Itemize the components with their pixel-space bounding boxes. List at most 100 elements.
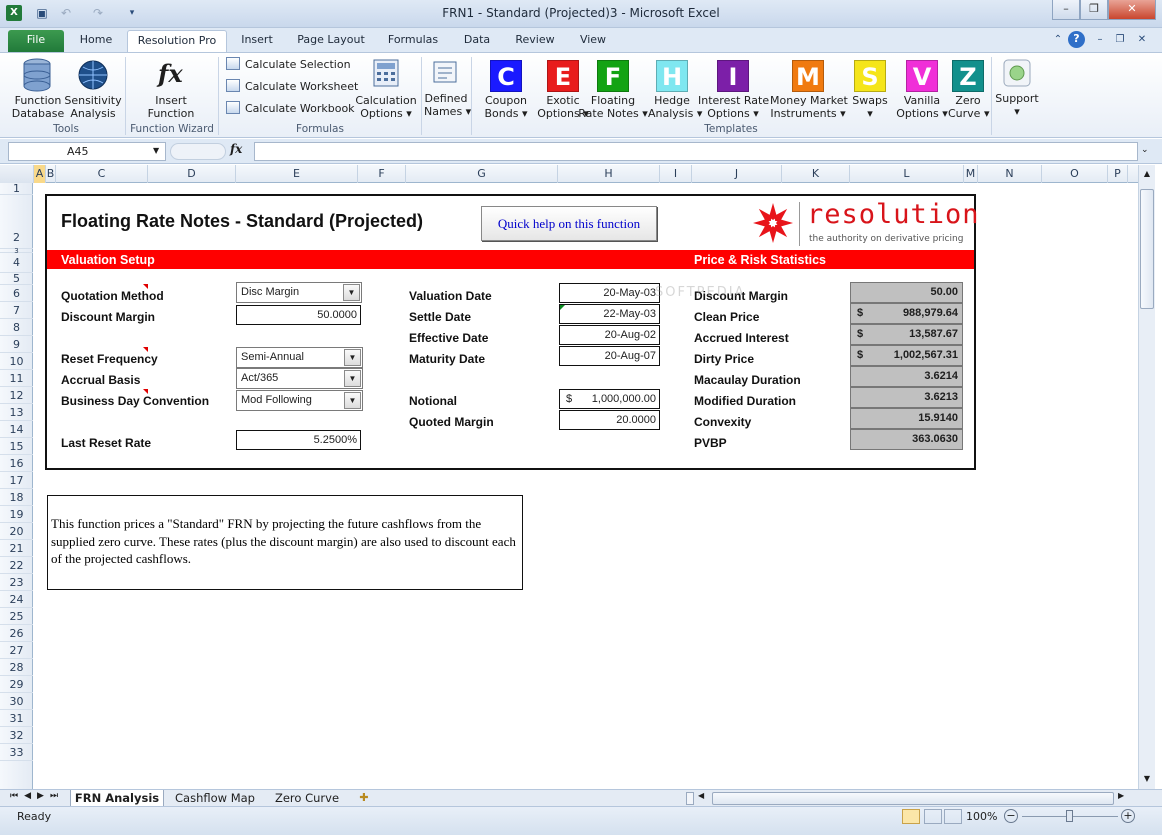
row-header[interactable]: 2 xyxy=(0,195,33,249)
tab-split-handle[interactable] xyxy=(686,792,694,805)
row-header[interactable]: 23 xyxy=(0,574,33,591)
row-header[interactable]: 13 xyxy=(0,404,33,421)
scroll-up-icon[interactable]: ▲ xyxy=(1140,167,1154,181)
column-header[interactable]: M xyxy=(964,165,978,183)
column-header[interactable]: B xyxy=(46,165,56,183)
select-all-corner[interactable] xyxy=(0,165,34,183)
tab-review[interactable]: Review xyxy=(508,30,562,52)
row-header[interactable]: 11 xyxy=(0,370,33,387)
calculate-worksheet-button[interactable]: Calculate Worksheet xyxy=(226,78,358,96)
row-header[interactable]: 9 xyxy=(0,336,33,353)
page-layout-view-icon[interactable] xyxy=(924,809,942,824)
tab-resolution-pro[interactable]: Resolution Pro xyxy=(127,30,227,52)
minimize-button[interactable]: – xyxy=(1052,0,1080,20)
template-vanilla-button[interactable]: V Vanilla Options ▾ xyxy=(896,55,948,120)
row-header[interactable]: 26 xyxy=(0,625,33,642)
row-header[interactable]: 6 xyxy=(0,285,33,302)
page-break-view-icon[interactable] xyxy=(944,809,962,824)
row-header[interactable]: 31 xyxy=(0,710,33,727)
normal-view-icon[interactable] xyxy=(902,809,920,824)
support-button[interactable]: Support ▾ xyxy=(994,55,1040,119)
vertical-scroll-thumb[interactable] xyxy=(1140,189,1154,309)
column-header[interactable]: J xyxy=(692,165,782,183)
scroll-left-icon[interactable]: ◀ xyxy=(698,791,704,800)
tab-file[interactable]: File xyxy=(8,30,64,52)
template-swaps-button[interactable]: S Swaps ▾ xyxy=(846,55,894,120)
restore-button[interactable]: ❐ xyxy=(1080,0,1108,20)
sheet-tab-frn-analysis[interactable]: FRN Analysis xyxy=(70,790,164,807)
row-header[interactable]: 7 xyxy=(0,302,33,319)
function-database-button[interactable]: Function Database xyxy=(10,55,66,120)
row-header[interactable]: 22 xyxy=(0,557,33,574)
column-header[interactable]: G xyxy=(406,165,558,183)
sheet-tab-zero-curve[interactable]: Zero Curve xyxy=(266,790,348,807)
tab-home[interactable]: Home xyxy=(70,30,122,52)
insert-function-fx-icon[interactable]: fx xyxy=(230,142,242,156)
row-header[interactable]: 28 xyxy=(0,659,33,676)
column-header[interactable]: O xyxy=(1042,165,1108,183)
column-header[interactable]: L xyxy=(850,165,964,183)
zoom-out-icon[interactable]: − xyxy=(1004,809,1018,823)
row-header[interactable]: 1 xyxy=(0,183,33,195)
close-button[interactable]: ✕ xyxy=(1108,0,1156,20)
column-header[interactable]: D xyxy=(148,165,236,183)
column-header[interactable]: A xyxy=(34,165,46,183)
row-header[interactable]: 24 xyxy=(0,591,33,608)
row-header[interactable]: 25 xyxy=(0,608,33,625)
tab-formulas[interactable]: Formulas xyxy=(380,30,446,52)
column-header[interactable]: C xyxy=(56,165,148,183)
calculation-options-button[interactable]: Calculation Options ▾ xyxy=(354,55,418,120)
workbook-close-icon[interactable]: ✕ xyxy=(1134,32,1150,48)
row-header[interactable]: 32 xyxy=(0,727,33,744)
column-header[interactable]: F xyxy=(358,165,406,183)
scroll-down-icon[interactable]: ▼ xyxy=(1140,772,1154,786)
tab-view[interactable]: View xyxy=(570,30,616,52)
zoom-in-icon[interactable]: + xyxy=(1121,809,1135,823)
template-interest-rate-button[interactable]: I Interest Rate Options ▾ xyxy=(698,55,769,120)
row-header[interactable]: 5 xyxy=(0,273,33,285)
tab-page-layout[interactable]: Page Layout xyxy=(290,30,372,52)
insert-sheet-icon[interactable]: ✚ xyxy=(352,790,376,807)
template-coupon-button[interactable]: C Coupon Bonds ▾ xyxy=(480,55,532,120)
row-header[interactable]: 16 xyxy=(0,455,33,472)
row-header[interactable]: 21 xyxy=(0,540,33,557)
horizontal-scroll-thumb[interactable] xyxy=(712,792,1114,805)
name-box[interactable]: A45 xyxy=(8,142,166,161)
template-floating-button[interactable]: F Floating Rate Notes ▾ xyxy=(578,55,648,120)
row-header[interactable]: 8 xyxy=(0,319,33,336)
row-header[interactable]: 4 xyxy=(0,253,33,273)
row-header[interactable]: 17 xyxy=(0,472,33,489)
zoom-slider-thumb[interactable] xyxy=(1066,810,1073,822)
column-header[interactable]: N xyxy=(978,165,1042,183)
minimize-ribbon-icon[interactable]: ⌃ xyxy=(1050,32,1066,48)
tab-data[interactable]: Data xyxy=(455,30,499,52)
row-header[interactable]: 15 xyxy=(0,438,33,455)
insert-function-button[interactable]: fx Insert Function xyxy=(140,55,202,120)
workbook-minimize-icon[interactable]: – xyxy=(1092,32,1108,48)
row-header[interactable]: 33 xyxy=(0,744,33,761)
expand-formula-bar-icon[interactable]: ⌄ xyxy=(1141,145,1149,155)
sensitivity-analysis-button[interactable]: Sensitivity Analysis xyxy=(64,55,122,120)
tab-insert[interactable]: Insert xyxy=(232,30,282,52)
row-header[interactable]: 30 xyxy=(0,693,33,710)
column-header[interactable]: K xyxy=(782,165,850,183)
help-icon[interactable]: ? xyxy=(1068,31,1085,48)
template-money-market-button[interactable]: M Money Market Instruments ▾ xyxy=(770,55,848,120)
name-box-dropdown-icon[interactable]: ▼ xyxy=(153,146,159,155)
column-header[interactable]: P xyxy=(1108,165,1128,183)
zoom-level[interactable]: 100% xyxy=(966,810,997,823)
row-header[interactable]: 27 xyxy=(0,642,33,659)
defined-names-button[interactable]: Defined Names ▾ xyxy=(424,55,471,119)
calculate-workbook-button[interactable]: Calculate Workbook xyxy=(226,100,355,118)
row-header[interactable]: 12 xyxy=(0,387,33,404)
workbook-restore-icon[interactable]: ❐ xyxy=(1112,32,1128,48)
template-zero-button[interactable]: Z Zero Curve ▾ xyxy=(948,55,989,120)
formula-input[interactable] xyxy=(254,142,1138,161)
vertical-scrollbar[interactable]: ▲ ▼ xyxy=(1138,165,1155,789)
column-header[interactable]: H xyxy=(558,165,660,183)
template-hedge-button[interactable]: H Hedge Analysis ▾ xyxy=(648,55,702,120)
row-header[interactable]: 29 xyxy=(0,676,33,693)
row-header[interactable]: 19 xyxy=(0,506,33,523)
row-header[interactable]: 10 xyxy=(0,353,33,370)
column-header[interactable]: E xyxy=(236,165,358,183)
